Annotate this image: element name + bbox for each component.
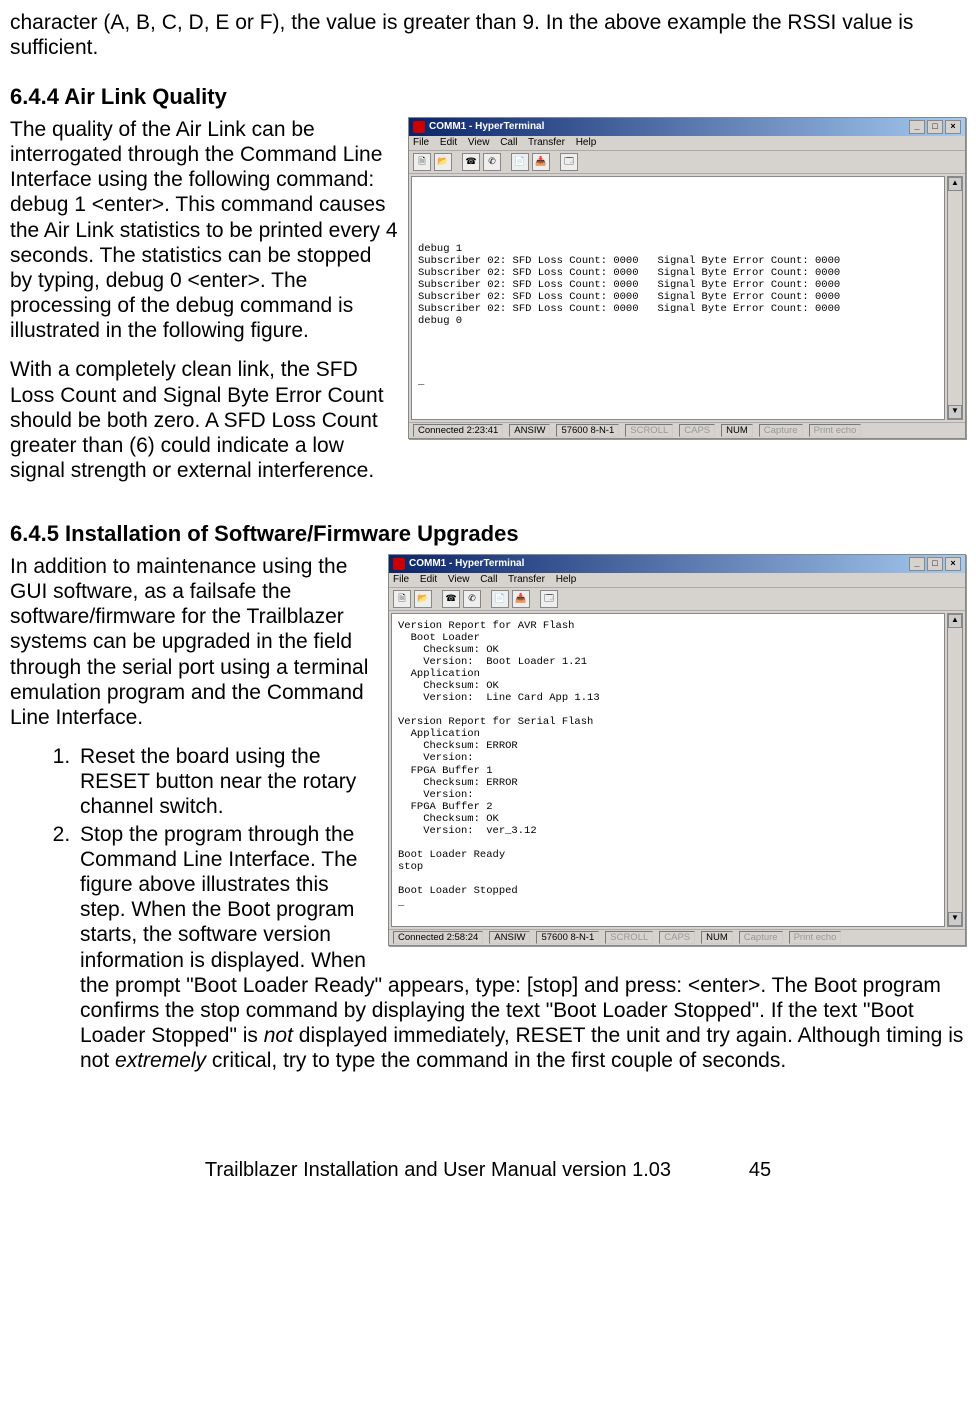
hyperterminal-icon: [393, 558, 405, 570]
section-644-heading: 6.4.4 Air Link Quality: [10, 84, 966, 110]
toolbar-connect-icon[interactable]: ☎: [462, 153, 480, 171]
status-caps: CAPS: [659, 931, 695, 944]
maximize-button[interactable]: □: [927, 120, 943, 134]
toolbar-new-icon[interactable]: 🗎: [413, 153, 431, 171]
hyperterminal-titlebar: COMM1 - HyperTerminal _ □ ×: [409, 118, 965, 136]
menu-transfer[interactable]: Transfer: [508, 574, 545, 585]
toolbar-send-icon[interactable]: 📄: [491, 590, 509, 608]
menu-help[interactable]: Help: [576, 137, 597, 148]
menu-transfer[interactable]: Transfer: [528, 137, 565, 148]
close-button[interactable]: ×: [945, 120, 961, 134]
hyperterminal-titlebar: COMM1 - HyperTerminal _ □ ×: [389, 555, 965, 573]
status-scroll: SCROLL: [605, 931, 653, 944]
toolbar-receive-icon[interactable]: 📥: [512, 590, 530, 608]
status-port: 57600 8-N-1: [536, 931, 599, 944]
menu-view[interactable]: View: [468, 137, 490, 148]
hyperterminal-statusbar: Connected 2:23:41 ANSIW 57600 8-N-1 SCRO…: [409, 422, 965, 438]
status-num: NUM: [721, 424, 753, 437]
status-caps: CAPS: [679, 424, 715, 437]
maximize-button[interactable]: □: [927, 557, 943, 571]
status-echo: Print echo: [789, 931, 842, 944]
menu-edit[interactable]: Edit: [420, 574, 437, 585]
footer-title: Trailblazer Installation and User Manual…: [205, 1159, 671, 1181]
step-2-not: not: [264, 1024, 293, 1047]
intro-partial-paragraph: character (A, B, C, D, E or F), the valu…: [10, 10, 966, 60]
menu-call[interactable]: Call: [480, 574, 497, 585]
status-connected: Connected 2:23:41: [413, 424, 503, 437]
hyperterminal-toolbar: 🗎 📂 ☎ ✆ 📄 📥 🗔: [409, 151, 965, 174]
footer-page-number: 45: [749, 1159, 771, 1181]
status-detect: ANSIW: [489, 931, 530, 944]
hyperterminal-menubar[interactable]: File Edit View Call Transfer Help: [389, 573, 965, 588]
section-644-body: COMM1 - HyperTerminal _ □ × File Edit Vi…: [10, 117, 966, 498]
menu-help[interactable]: Help: [556, 574, 577, 585]
toolbar-properties-icon[interactable]: 🗔: [540, 590, 558, 608]
menu-file[interactable]: File: [393, 574, 409, 585]
hyperterminal-terminal-output[interactable]: debug 1 Subscriber 02: SFD Loss Count: 0…: [411, 176, 945, 420]
scroll-down-icon[interactable]: ▼: [948, 405, 962, 419]
minimize-button[interactable]: _: [909, 557, 925, 571]
scroll-up-icon[interactable]: ▲: [948, 177, 962, 191]
status-scroll: SCROLL: [625, 424, 673, 437]
toolbar-properties-icon[interactable]: 🗔: [560, 153, 578, 171]
toolbar-receive-icon[interactable]: 📥: [532, 153, 550, 171]
hyperterminal-toolbar: 🗎 📂 ☎ ✆ 📄 📥 🗔: [389, 588, 965, 611]
menu-call[interactable]: Call: [500, 137, 517, 148]
hyperterminal-window-version: COMM1 - HyperTerminal _ □ × File Edit Vi…: [388, 554, 966, 946]
status-detect: ANSIW: [509, 424, 550, 437]
status-port: 57600 8-N-1: [556, 424, 619, 437]
status-echo: Print echo: [809, 424, 862, 437]
hyperterminal-menubar[interactable]: File Edit View Call Transfer Help: [409, 136, 965, 151]
hyperterminal-terminal-output[interactable]: Version Report for AVR Flash Boot Loader…: [391, 613, 945, 927]
vertical-scrollbar[interactable]: ▲ ▼: [947, 613, 963, 927]
menu-edit[interactable]: Edit: [440, 137, 457, 148]
hyperterminal-window-debug: COMM1 - HyperTerminal _ □ × File Edit Vi…: [408, 117, 966, 439]
hyperterminal-icon: [413, 121, 425, 133]
hyperterminal-title: COMM1 - HyperTerminal: [429, 121, 544, 133]
toolbar-new-icon[interactable]: 🗎: [393, 590, 411, 608]
status-connected: Connected 2:58:24: [393, 931, 483, 944]
step-2-extremely: extremely: [115, 1049, 206, 1072]
toolbar-open-icon[interactable]: 📂: [434, 153, 452, 171]
step-2-text-c: critical, try to type the command in the…: [206, 1049, 786, 1072]
status-capture: Capture: [759, 424, 803, 437]
status-capture: Capture: [739, 931, 783, 944]
section-645-heading: 6.4.5 Installation of Software/Firmware …: [10, 521, 966, 547]
scroll-down-icon[interactable]: ▼: [948, 912, 962, 926]
toolbar-send-icon[interactable]: 📄: [511, 153, 529, 171]
status-num: NUM: [701, 931, 733, 944]
toolbar-disconnect-icon[interactable]: ✆: [483, 153, 501, 171]
close-button[interactable]: ×: [945, 557, 961, 571]
menu-view[interactable]: View: [448, 574, 470, 585]
scroll-up-icon[interactable]: ▲: [948, 614, 962, 628]
hyperterminal-title: COMM1 - HyperTerminal: [409, 558, 524, 570]
vertical-scrollbar[interactable]: ▲ ▼: [947, 176, 963, 420]
page-footer: Trailblazer Installation and User Manual…: [10, 1158, 966, 1182]
minimize-button[interactable]: _: [909, 120, 925, 134]
toolbar-open-icon[interactable]: 📂: [414, 590, 432, 608]
toolbar-disconnect-icon[interactable]: ✆: [463, 590, 481, 608]
menu-file[interactable]: File: [413, 137, 429, 148]
toolbar-connect-icon[interactable]: ☎: [442, 590, 460, 608]
section-645-body: COMM1 - HyperTerminal _ □ × File Edit Vi…: [10, 554, 966, 1088]
hyperterminal-statusbar: Connected 2:58:24 ANSIW 57600 8-N-1 SCRO…: [389, 929, 965, 945]
